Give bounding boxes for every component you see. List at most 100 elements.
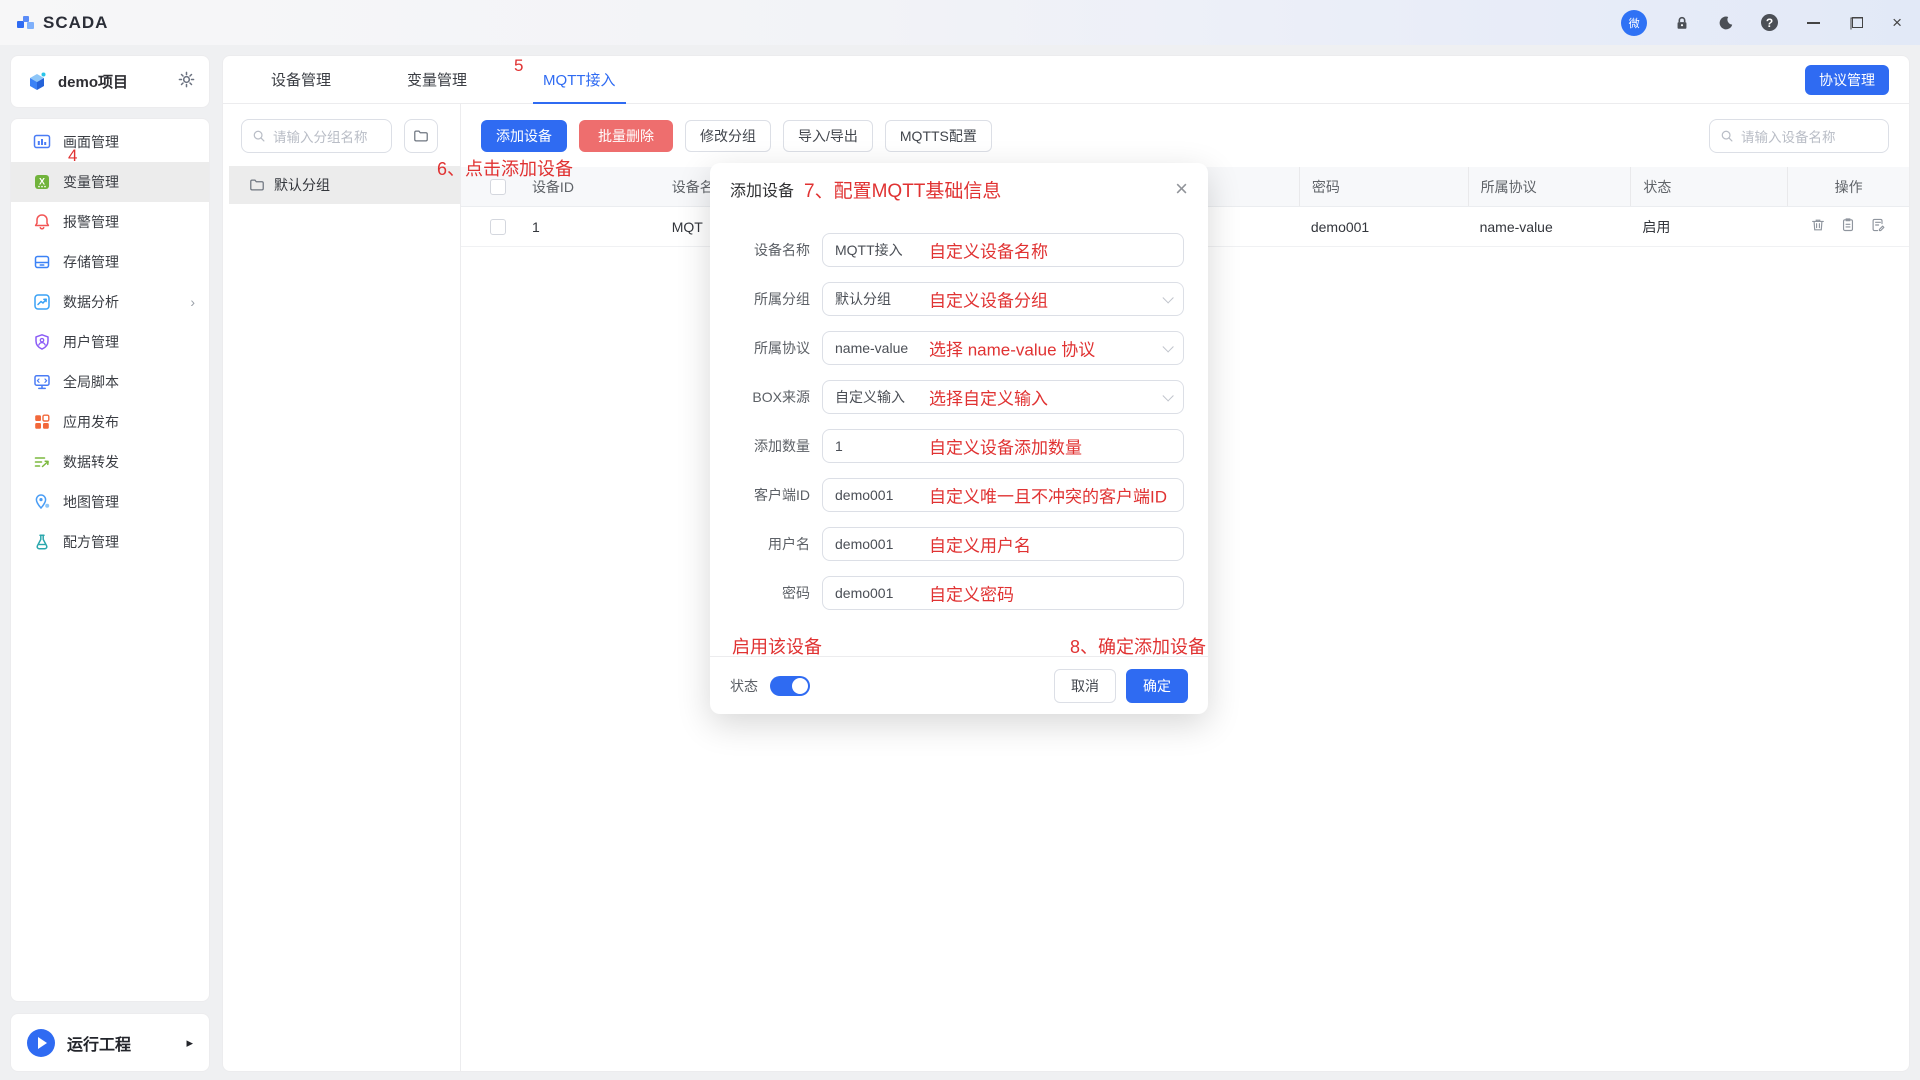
tab-device-mgmt[interactable]: 设备管理 [261, 56, 341, 103]
username-input[interactable]: demo001 自定义用户名 [822, 527, 1184, 561]
dark-mode-moon-icon[interactable] [1717, 14, 1735, 32]
folder-icon [413, 128, 429, 144]
edit-device-icon[interactable] [1870, 217, 1886, 236]
device-log-icon[interactable] [1840, 217, 1856, 236]
group-item-default[interactable]: 默认分组 [229, 166, 460, 204]
recipe-flask-icon [33, 533, 51, 551]
col-header-protocol: 所属协议 [1468, 167, 1631, 206]
sidebar-item-label: 全局脚本 [63, 372, 119, 392]
sidebar-item-label: 数据分析 [63, 292, 119, 312]
field-label: 密码 [734, 583, 810, 603]
row-checkbox[interactable] [490, 219, 506, 235]
cell-protocol: name-value [1468, 207, 1631, 246]
group-panel: 请输入分组名称 默认分组 [223, 104, 461, 1071]
search-icon [252, 129, 266, 143]
confirm-button[interactable]: 确定 [1126, 669, 1188, 703]
tabs-row: 设备管理 变量管理 MQTT接入 协议管理 [223, 56, 1909, 104]
field-value: name-value [835, 340, 908, 356]
app-publish-icon [33, 413, 51, 431]
import-export-button[interactable]: 导入/导出 [783, 120, 873, 152]
scada-logo-icon [16, 14, 36, 32]
wechat-icon[interactable]: 微 [1621, 10, 1647, 36]
app-title: SCADA [43, 13, 108, 33]
sidebar-item-recipe-mgmt[interactable]: 配方管理 [11, 522, 209, 562]
minimize-icon[interactable] [1804, 14, 1822, 32]
sidebar: demo项目 画面管理 X 变量管理 报警管理 [10, 55, 210, 1072]
sidebar-item-label: 报警管理 [63, 212, 119, 232]
sidebar-item-app-publish[interactable]: 应用发布 [11, 402, 209, 442]
sidebar-item-screen-mgmt[interactable]: 画面管理 [11, 122, 209, 162]
tab-label: MQTT接入 [543, 69, 616, 90]
col-header-actions: 操作 [1787, 167, 1909, 206]
annotation-client-id: 自定义唯一且不冲突的客户端ID [929, 483, 1167, 508]
run-project-button[interactable]: 运行工程 ▸ [10, 1013, 210, 1072]
map-pin-icon [33, 493, 51, 511]
group-search-input[interactable]: 请输入分组名称 [241, 119, 392, 153]
modal-title: 添加设备 [730, 177, 794, 201]
delete-row-icon[interactable] [1810, 217, 1826, 236]
modal-header: 添加设备 7、配置MQTT基础信息 × [710, 163, 1208, 215]
field-value: demo001 [835, 585, 893, 601]
chevron-down-icon [1162, 390, 1173, 401]
field-label: BOX来源 [734, 387, 810, 407]
annotation-username: 自定义用户名 [929, 532, 1031, 557]
close-window-icon[interactable]: × [1892, 14, 1902, 31]
search-icon [1720, 129, 1734, 143]
sidebar-item-storage-mgmt[interactable]: 存储管理 [11, 242, 209, 282]
field-label: 设备名称 [734, 240, 810, 260]
sidebar-item-alarm-mgmt[interactable]: 报警管理 [11, 202, 209, 242]
modal-body: 设备名称 MQTT接入 自定义设备名称 所属分组 默认分组 自定义设备分组 所属… [710, 215, 1208, 610]
sidebar-item-global-script[interactable]: 全局脚本 [11, 362, 209, 402]
cell-device-id: 1 [532, 207, 672, 246]
device-search-input[interactable]: 请输入设备名称 [1709, 119, 1889, 153]
sidebar-item-map-mgmt[interactable]: 地图管理 [11, 482, 209, 522]
sidebar-item-data-analysis[interactable]: 数据分析 › [11, 282, 209, 322]
help-icon[interactable]: ? [1761, 14, 1778, 31]
add-count-input[interactable]: 1 自定义设备添加数量 [822, 429, 1184, 463]
status-toggle[interactable] [770, 676, 810, 696]
group-search-placeholder: 请输入分组名称 [273, 126, 368, 146]
add-device-button[interactable]: 添加设备 [481, 120, 567, 152]
alarm-bell-icon [33, 213, 51, 231]
device-name-input[interactable]: MQTT接入 自定义设备名称 [822, 233, 1184, 267]
add-group-folder-button[interactable] [404, 119, 438, 153]
topbar: SCADA 微 ? × [0, 0, 1920, 45]
variable-icon: X [33, 173, 51, 191]
field-label: 客户端ID [734, 485, 810, 505]
field-value: 1 [835, 438, 843, 454]
status-toggle-label: 状态 [730, 676, 758, 696]
client-id-input[interactable]: demo001 自定义唯一且不冲突的客户端ID [822, 478, 1184, 512]
tab-variable-mgmt[interactable]: 变量管理 [397, 56, 477, 103]
batch-delete-button[interactable]: 批量删除 [579, 120, 673, 152]
project-settings-gear-icon[interactable] [178, 71, 195, 93]
sidebar-item-user-mgmt[interactable]: 用户管理 [11, 322, 209, 362]
group-select[interactable]: 默认分组 自定义设备分组 [822, 282, 1184, 316]
lock-icon[interactable] [1673, 14, 1691, 32]
restore-window-icon[interactable] [1848, 14, 1866, 32]
modify-group-button[interactable]: 修改分组 [685, 120, 771, 152]
sidebar-item-data-forward[interactable]: 数据转发 [11, 442, 209, 482]
modal-footer: 状态 取消 确定 [710, 656, 1208, 714]
field-label: 所属协议 [734, 338, 810, 358]
field-label: 用户名 [734, 534, 810, 554]
data-forward-icon [33, 453, 51, 471]
annotation-password: 自定义密码 [929, 581, 1014, 606]
script-monitor-icon [33, 373, 51, 391]
sidebar-item-variable-mgmt[interactable]: X 变量管理 [11, 162, 209, 202]
run-expand-chevron-icon[interactable]: ▸ [186, 1035, 193, 1051]
box-source-select[interactable]: 自定义输入 选择自定义输入 [822, 380, 1184, 414]
modal-close-icon[interactable]: × [1175, 178, 1188, 200]
play-icon [27, 1029, 55, 1057]
protocol-select[interactable]: name-value 选择 name-value 协议 [822, 331, 1184, 365]
protocol-mgmt-button[interactable]: 协议管理 [1805, 65, 1889, 95]
annotation-add-count: 自定义设备添加数量 [929, 434, 1082, 459]
run-project-label: 运行工程 [67, 1031, 131, 1055]
screen-icon [33, 133, 51, 151]
cancel-button[interactable]: 取消 [1054, 669, 1116, 703]
field-value: MQTT接入 [835, 240, 903, 260]
tab-mqtt-access[interactable]: MQTT接入 [533, 56, 626, 103]
mqtts-config-button[interactable]: MQTTS配置 [885, 120, 992, 152]
cell-password: demo001 [1299, 207, 1468, 246]
password-input[interactable]: demo001 自定义密码 [822, 576, 1184, 610]
sidebar-item-label: 存储管理 [63, 252, 119, 272]
